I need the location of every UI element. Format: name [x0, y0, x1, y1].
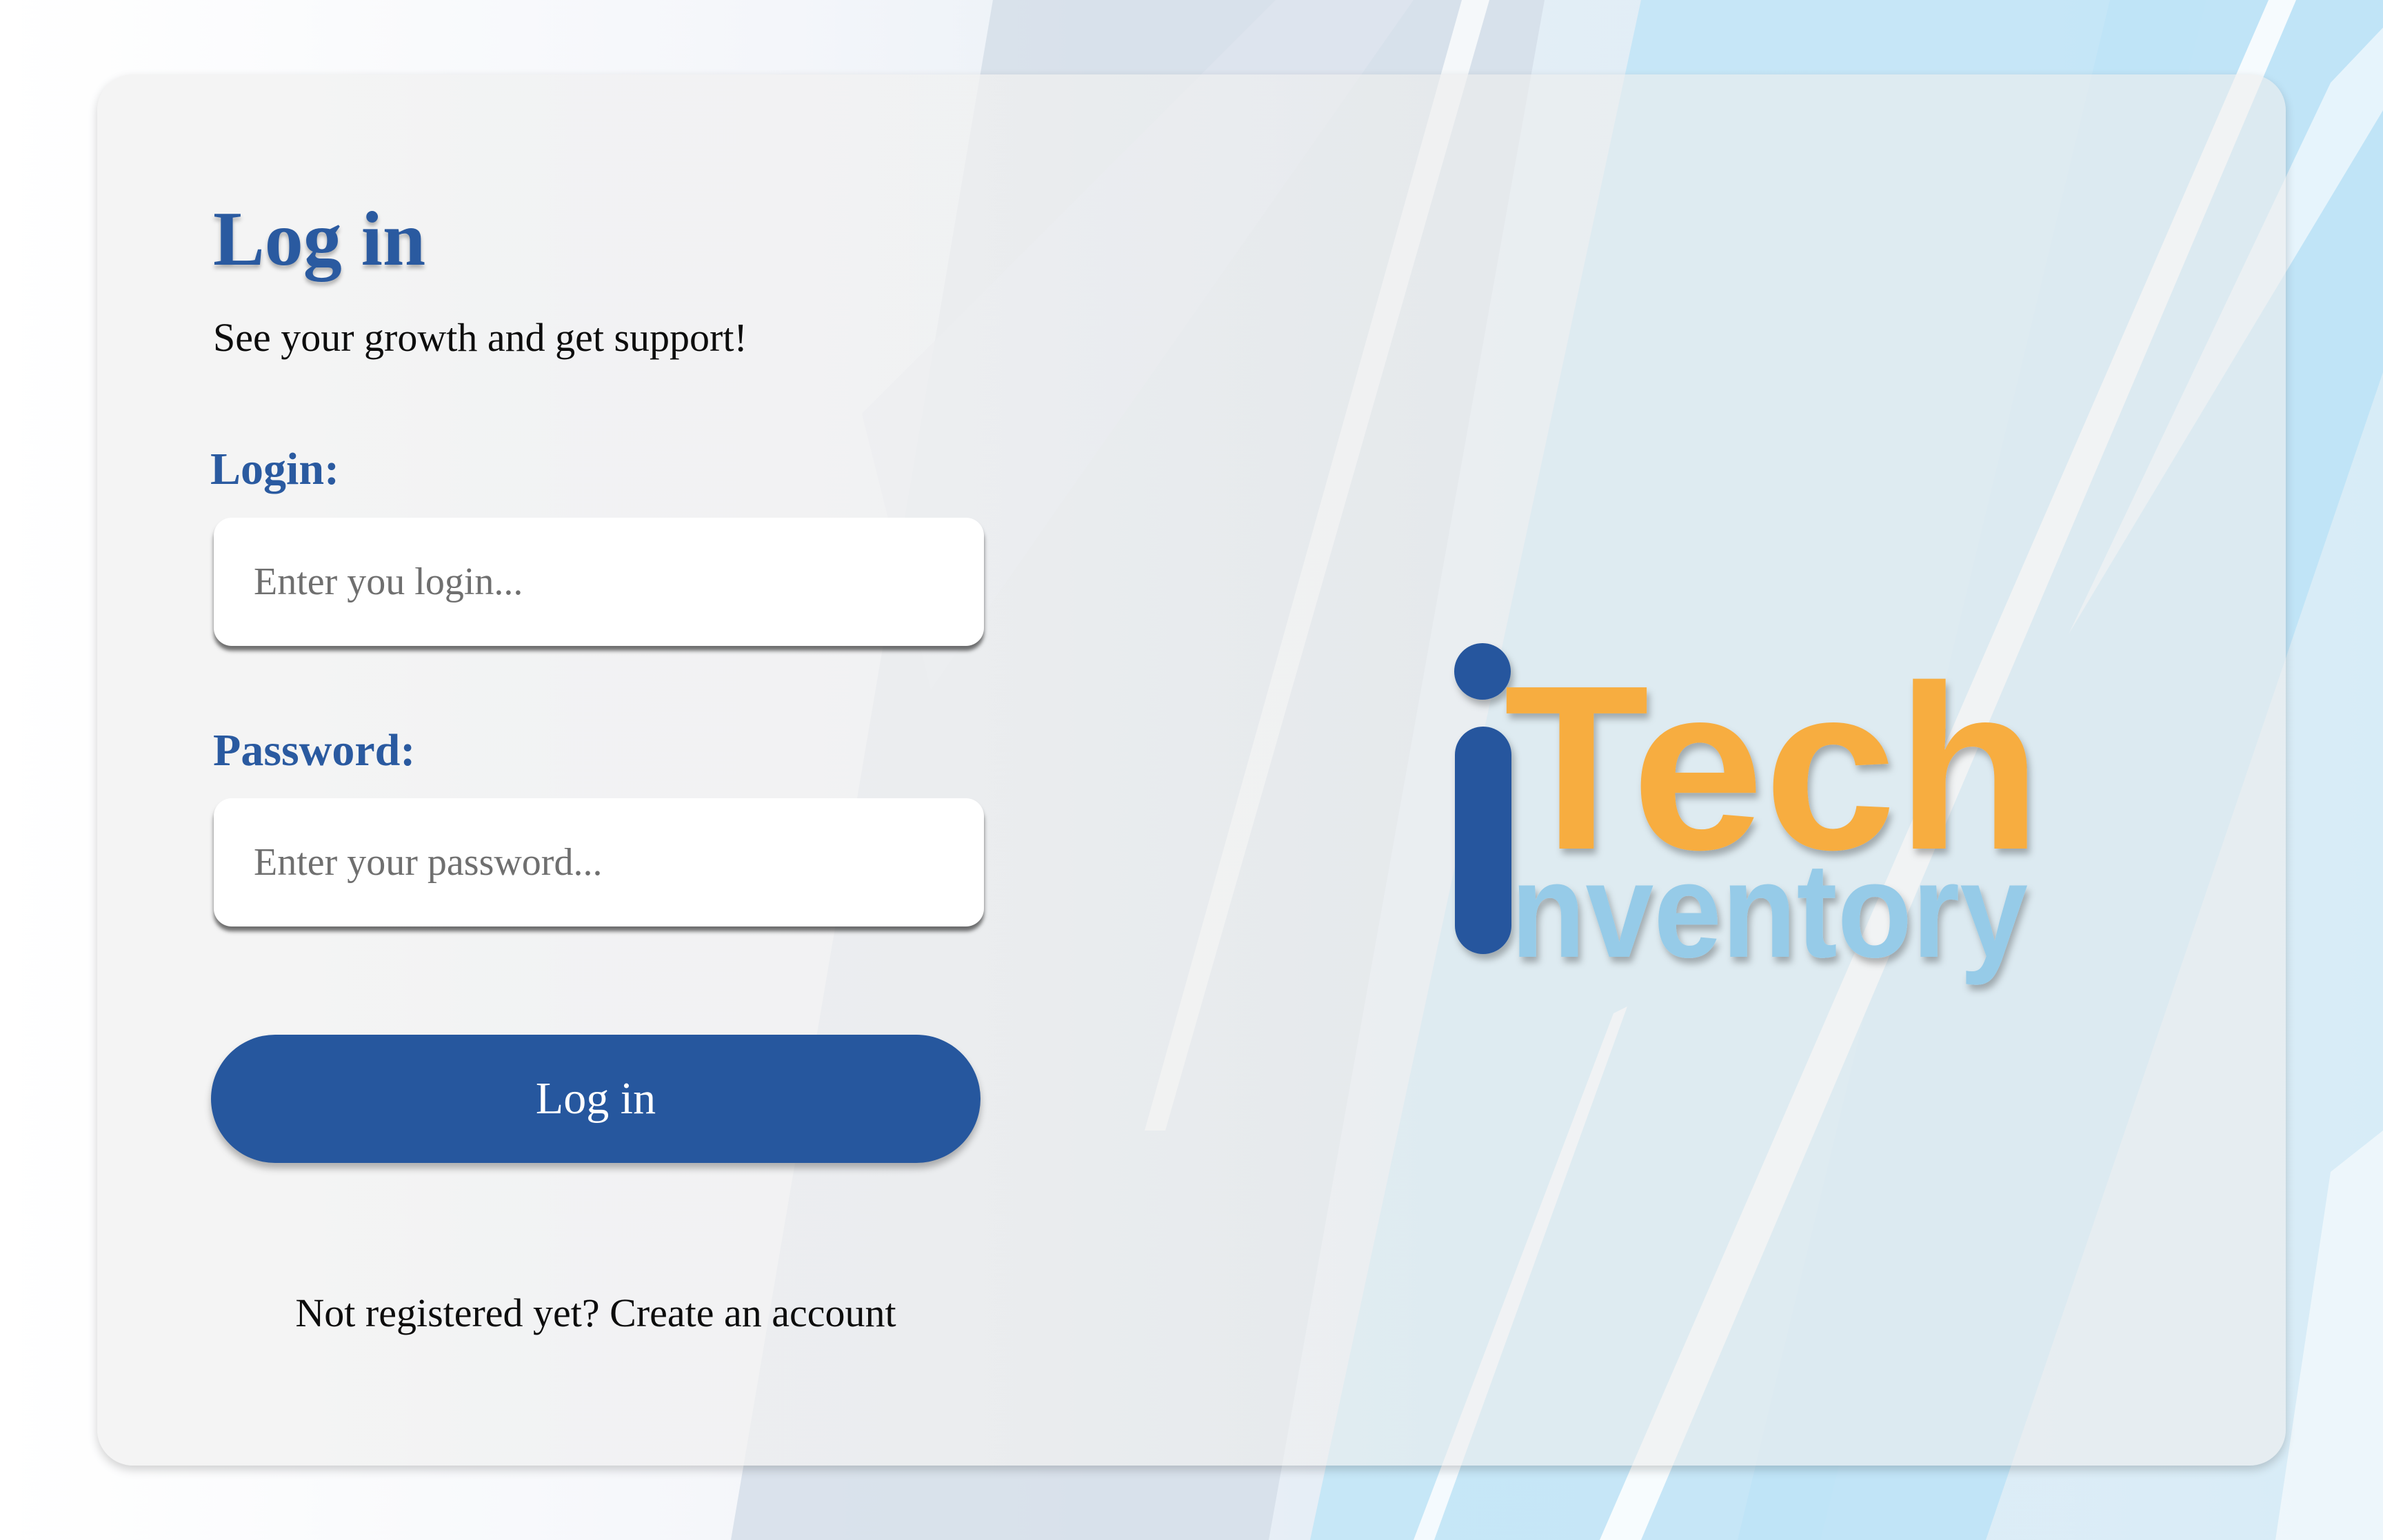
logo-word-bottom: nventory: [1511, 835, 2028, 986]
page-subtitle: See your growth and get support!: [213, 315, 747, 360]
logo-i-stem: [1455, 727, 1511, 954]
login-form: Log in See your growth and get support! …: [97, 74, 1200, 1466]
register-prompt: Not registered yet? Create an account: [211, 1290, 981, 1336]
login-card: Log in See your growth and get support! …: [97, 74, 2286, 1466]
login-button[interactable]: Log in: [211, 1035, 981, 1163]
password-label: Password:: [213, 725, 416, 776]
password-input[interactable]: [214, 798, 984, 926]
create-account-link[interactable]: Create an account: [610, 1290, 896, 1335]
login-input[interactable]: [214, 518, 984, 646]
itech-inventory-logo: Tech nventory: [1454, 637, 2042, 986]
page-title: Log in: [213, 196, 426, 282]
register-prompt-text: Not registered yet?: [295, 1290, 610, 1335]
logo-i-dot: [1454, 643, 1511, 700]
login-label: Login:: [210, 444, 340, 494]
